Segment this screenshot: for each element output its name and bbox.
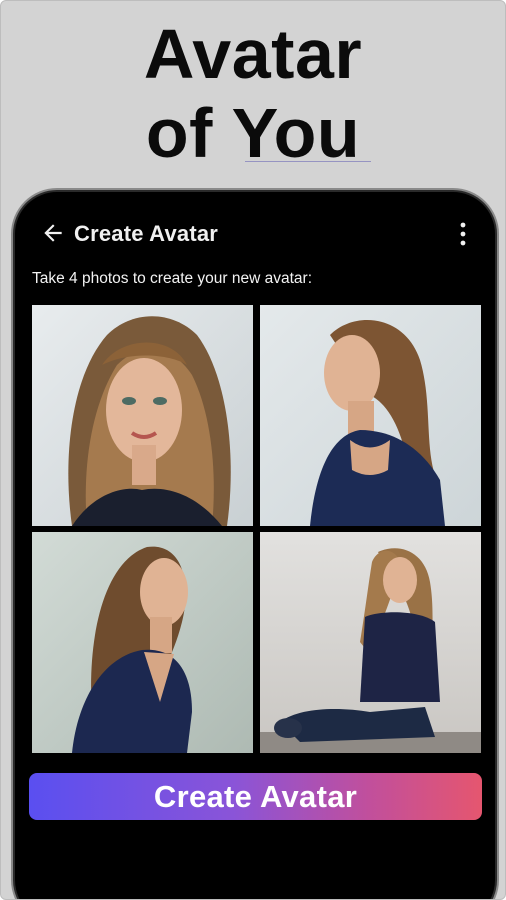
phone-screen: Create Avatar Take 4 photos to create yo…: [18, 195, 492, 899]
promo-frame: Avatar of You Create Avatar Take 4 photo…: [0, 0, 506, 900]
headline-underline: [245, 161, 371, 162]
photo-front[interactable]: [32, 305, 253, 526]
app-bar-title: Create Avatar: [74, 221, 219, 246]
app-bar: Create Avatar: [18, 211, 492, 255]
arrow-left-icon[interactable]: [40, 220, 66, 246]
more-vert-icon[interactable]: [458, 221, 468, 247]
photo-side-up[interactable]: [260, 305, 481, 526]
instructions-text: Take 4 photos to create your new avatar:: [32, 270, 313, 287]
photo-three-quarter[interactable]: [32, 532, 253, 753]
phone-mockup: Create Avatar Take 4 photos to create yo…: [13, 190, 497, 899]
promo-headline-line1: Avatar: [143, 15, 363, 93]
create-avatar-button[interactable]: Create Avatar: [29, 773, 482, 820]
photo-grid: [32, 305, 483, 755]
photo-seated[interactable]: [260, 532, 481, 753]
promo-headline-line2: of You: [145, 94, 361, 172]
